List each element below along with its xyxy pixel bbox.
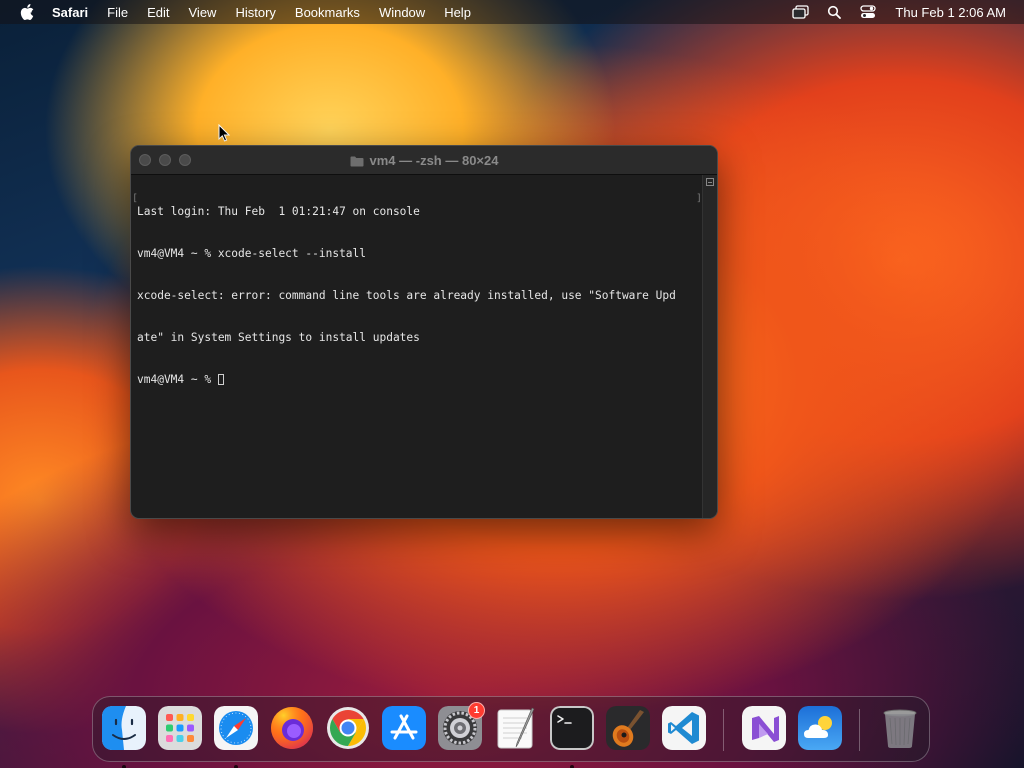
terminal-title: vm4 — -zsh — 80×24 [131,146,717,174]
safari-icon [214,706,258,750]
menu-help[interactable]: Help [444,5,471,20]
terminal-line: ate" in System Settings to install updat… [137,331,420,344]
dock-item-system-settings[interactable]: 1 [438,702,485,750]
dock-item-firefox[interactable] [270,706,314,750]
mark-bracket-left: [ [132,193,139,204]
dock-item-chrome[interactable] [326,706,370,750]
dock-separator [859,709,860,751]
folder-icon [350,155,364,166]
launchpad-icon [158,706,202,750]
terminal-titlebar[interactable]: vm4 — -zsh — 80×24 [131,146,717,175]
dock-item-safari[interactable] [214,706,258,768]
vscode-icon [662,706,706,750]
menu-history[interactable]: History [235,5,275,20]
textedit-icon [494,706,538,750]
terminal-icon [550,706,594,750]
mouse-pointer-icon [218,123,231,142]
spotlight-search-icon[interactable] [825,4,843,20]
dock-item-garageband[interactable] [606,706,650,750]
desktop-wallpaper: Safari File Edit View History Bookmarks … [0,0,1024,768]
dock-item-app-store[interactable] [382,706,426,750]
dock-item-trash[interactable] [878,706,922,750]
app-store-icon [382,706,426,750]
dock-separator [723,709,724,751]
firefox-icon [270,706,314,750]
trash-icon [878,706,922,750]
apple-menu-icon[interactable] [18,3,36,21]
dock-item-vscode[interactable] [662,706,706,750]
visual-studio-icon [742,706,786,750]
dock-item-launchpad[interactable] [158,706,202,750]
chrome-icon [326,706,370,750]
terminal-output[interactable]: Last login: Thu Feb 1 01:21:47 on consol… [137,177,703,513]
terminal-prompt-line[interactable]: vm4@VM4 ~ % [137,373,703,387]
terminal-line: xcode-select: error: command line tools … [137,289,676,302]
screen-mirroring-icon[interactable] [791,4,809,20]
menu-bar-clock[interactable]: Thu Feb 1 2:06 AM [895,5,1006,20]
terminal-line: Last login: Thu Feb 1 01:21:47 on consol… [137,205,420,218]
dock-item-weather[interactable] [798,706,842,750]
menu-edit[interactable]: Edit [147,5,169,20]
menu-app-name[interactable]: Safari [52,5,88,20]
menu-file[interactable]: File [107,5,128,20]
menu-window[interactable]: Window [379,5,425,20]
menu-bar: Safari File Edit View History Bookmarks … [0,0,1024,24]
dock-item-visual-studio[interactable] [742,706,786,750]
menu-bookmarks[interactable]: Bookmarks [295,5,360,20]
text-cursor [217,374,224,385]
terminal-scrollbar[interactable] [702,175,717,518]
terminal-line: vm4@VM4 ~ % xcode-select --install [137,247,367,260]
garageband-icon [606,706,650,750]
dock: 1 [92,696,930,768]
control-center-icon[interactable] [859,4,877,20]
dock-item-textedit[interactable] [494,706,538,750]
terminal-window[interactable]: vm4 — -zsh — 80×24 Last login: Thu Feb 1… [130,145,718,519]
finder-icon [102,706,146,750]
weather-icon [798,706,842,750]
terminal-prompt: vm4@VM4 ~ % [137,373,218,386]
notification-badge: 1 [468,702,485,719]
dock-item-terminal[interactable] [550,706,594,768]
menu-view[interactable]: View [189,5,217,20]
split-pane-icon[interactable] [706,178,714,186]
menu-bar-status-area: Thu Feb 1 2:06 AM [775,0,1024,24]
terminal-title-text: vm4 — -zsh — 80×24 [369,152,499,168]
dock-item-finder[interactable] [102,706,146,768]
